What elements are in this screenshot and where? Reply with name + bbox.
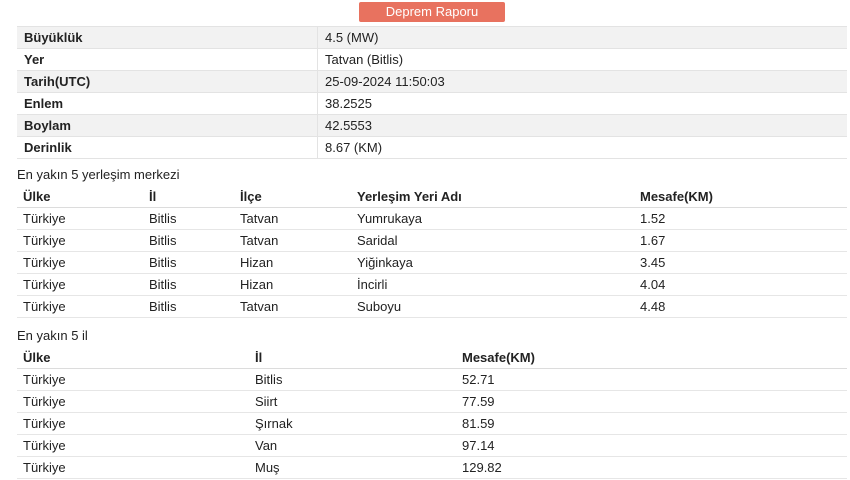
cell-district: Tatvan (234, 295, 351, 318)
cell-country: Türkiye (17, 412, 249, 435)
cell-province: Bitlis (143, 295, 234, 318)
earthquake-report-page: Deprem Raporu Büyüklük 4.5 (MW) Yer Tatv… (0, 0, 850, 480)
table-row: Türkiye Bitlis Hizan Yiğinkaya 3.45 (17, 251, 847, 274)
cell-province: Şırnak (249, 412, 456, 435)
cell-province: Van (249, 434, 456, 457)
column-header-province: İl (143, 186, 234, 208)
cell-distance: 77.59 (456, 390, 847, 413)
cell-country: Türkiye (17, 390, 249, 413)
cell-province: Muş (249, 456, 456, 479)
cell-settlement-name: İncirli (351, 273, 634, 296)
cell-country: Türkiye (17, 295, 143, 318)
provinces-section-title: En yakın 5 il (17, 328, 88, 343)
earthquake-details-table: Büyüklük 4.5 (MW) Yer Tatvan (Bitlis) Ta… (17, 26, 847, 159)
table-row: Türkiye Muş 129.82 (17, 456, 847, 479)
detail-row-depth: Derinlik 8.67 (KM) (17, 136, 847, 159)
detail-label: Yer (17, 48, 318, 71)
settlements-section-title: En yakın 5 yerleşim merkezi (17, 167, 180, 182)
table-row: Türkiye Van 97.14 (17, 434, 847, 457)
table-row: Türkiye Bitlis Tatvan Suboyu 4.48 (17, 295, 847, 318)
column-header-country: Ülke (17, 186, 143, 208)
cell-distance: 1.52 (634, 207, 847, 230)
cell-country: Türkiye (17, 251, 143, 274)
detail-label: Büyüklük (17, 26, 318, 49)
cell-province: Bitlis (249, 368, 456, 391)
detail-value: 8.67 (KM) (317, 136, 847, 159)
provinces-table: Ülke İl Mesafe(KM) Türkiye Bitlis 52.71 … (17, 347, 847, 479)
detail-row-location: Yer Tatvan (Bitlis) (17, 48, 847, 71)
cell-province: Bitlis (143, 207, 234, 230)
column-header-province: İl (249, 347, 456, 369)
cell-distance: 3.45 (634, 251, 847, 274)
provinces-header-row: Ülke İl Mesafe(KM) (17, 347, 847, 369)
cell-district: Hizan (234, 273, 351, 296)
detail-value: 4.5 (MW) (317, 26, 847, 49)
detail-value: Tatvan (Bitlis) (317, 48, 847, 71)
cell-distance: 97.14 (456, 434, 847, 457)
cell-distance: 129.82 (456, 456, 847, 479)
column-header-country: Ülke (17, 347, 249, 369)
detail-row-latitude: Enlem 38.2525 (17, 92, 847, 115)
table-row: Türkiye Bitlis 52.71 (17, 368, 847, 391)
cell-district: Tatvan (234, 207, 351, 230)
table-row: Türkiye Bitlis Hizan İncirli 4.04 (17, 273, 847, 296)
cell-country: Türkiye (17, 456, 249, 479)
detail-row-date: Tarih(UTC) 25-09-2024 11:50:03 (17, 70, 847, 93)
column-header-distance: Mesafe(KM) (634, 186, 847, 208)
detail-value: 42.5553 (317, 114, 847, 137)
table-row: Türkiye Bitlis Tatvan Yumrukaya 1.52 (17, 207, 847, 230)
detail-row-magnitude: Büyüklük 4.5 (MW) (17, 26, 847, 49)
detail-label: Derinlik (17, 136, 318, 159)
cell-province: Bitlis (143, 273, 234, 296)
table-row: Türkiye Şırnak 81.59 (17, 412, 847, 435)
detail-value: 38.2525 (317, 92, 847, 115)
column-header-distance: Mesafe(KM) (456, 347, 847, 369)
cell-distance: 1.67 (634, 229, 847, 252)
cell-country: Türkiye (17, 273, 143, 296)
cell-district: Tatvan (234, 229, 351, 252)
settlements-header-row: Ülke İl İlçe Yerleşim Yeri Adı Mesafe(KM… (17, 186, 847, 208)
cell-settlement-name: Yumrukaya (351, 207, 634, 230)
cell-settlement-name: Saridal (351, 229, 634, 252)
detail-label: Boylam (17, 114, 318, 137)
table-row: Türkiye Siirt 77.59 (17, 390, 847, 413)
cell-settlement-name: Yiğinkaya (351, 251, 634, 274)
cell-country: Türkiye (17, 229, 143, 252)
cell-district: Hizan (234, 251, 351, 274)
cell-distance: 4.48 (634, 295, 847, 318)
detail-label: Tarih(UTC) (17, 70, 318, 93)
cell-country: Türkiye (17, 207, 143, 230)
cell-province: Bitlis (143, 229, 234, 252)
cell-province: Bitlis (143, 251, 234, 274)
detail-value: 25-09-2024 11:50:03 (317, 70, 847, 93)
cell-settlement-name: Suboyu (351, 295, 634, 318)
cell-distance: 4.04 (634, 273, 847, 296)
cell-distance: 81.59 (456, 412, 847, 435)
cell-distance: 52.71 (456, 368, 847, 391)
column-header-settlement-name: Yerleşim Yeri Adı (351, 186, 634, 208)
detail-label: Enlem (17, 92, 318, 115)
detail-row-longitude: Boylam 42.5553 (17, 114, 847, 137)
table-row: Türkiye Bitlis Tatvan Saridal 1.67 (17, 229, 847, 252)
earthquake-report-button[interactable]: Deprem Raporu (359, 2, 505, 22)
cell-country: Türkiye (17, 368, 249, 391)
cell-province: Siirt (249, 390, 456, 413)
settlements-table: Ülke İl İlçe Yerleşim Yeri Adı Mesafe(KM… (17, 186, 847, 318)
column-header-district: İlçe (234, 186, 351, 208)
cell-country: Türkiye (17, 434, 249, 457)
